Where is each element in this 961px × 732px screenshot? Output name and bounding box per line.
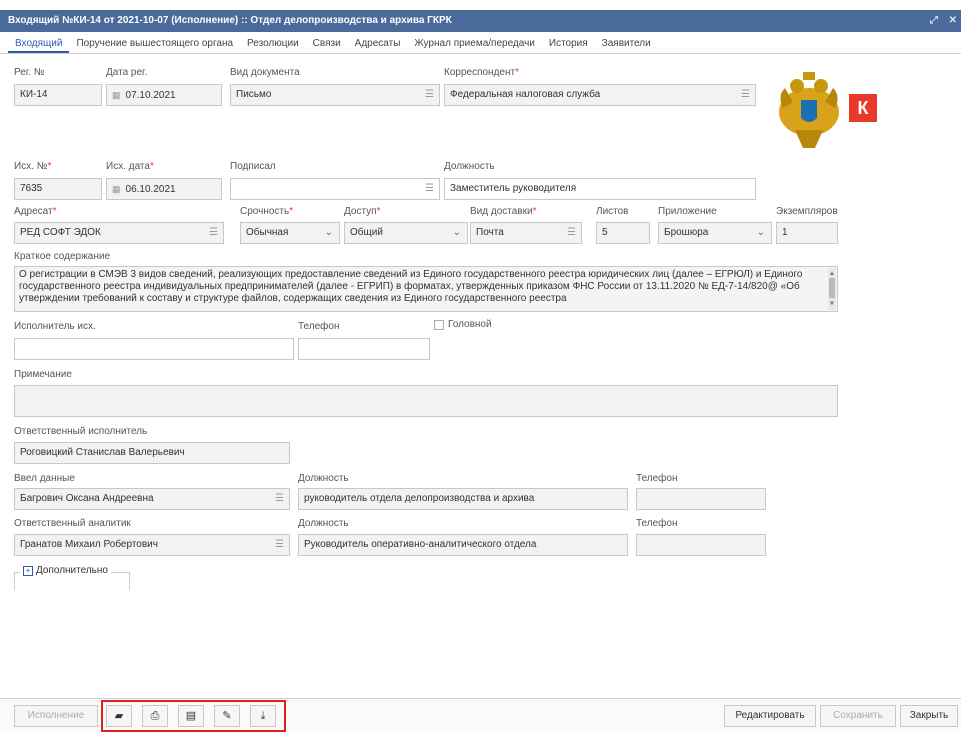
save-button[interactable]: Сохранить (820, 705, 896, 727)
chevron-down-icon: ⌄ (756, 227, 765, 238)
analyst-position-field[interactable]: Руководитель оперативно-аналитического о… (298, 534, 628, 556)
chevron-down-icon: ⌄ (452, 227, 461, 238)
analyst-position-label: Должность (298, 518, 349, 529)
reg-date-field[interactable]: ▦ 07.10.2021 (106, 84, 222, 106)
attachment-select[interactable]: Брошюра ⌄ (658, 222, 772, 244)
analyst-phone-field[interactable] (636, 534, 766, 556)
window-titlebar: Входящий №КИ-14 от 2021-10-07 (Исполнени… (0, 10, 961, 32)
analyst-phone-label: Телефон (636, 518, 678, 529)
out-no-label: Исх. №* (14, 161, 52, 172)
phone-field[interactable] (298, 338, 430, 360)
reg-date-label: Дата рег. (106, 67, 148, 78)
executor-out-field[interactable] (14, 338, 294, 360)
k-badge: К (849, 94, 877, 122)
reg-no-label: Рег. № (14, 67, 45, 78)
tab-incoming[interactable]: Входящий (8, 38, 70, 53)
tab-links[interactable]: Связи (306, 38, 348, 53)
list-picker-icon[interactable]: ☰ (567, 223, 576, 243)
tab-bar: Входящий Поручение вышестоящего органа Р… (0, 32, 961, 54)
note-field[interactable] (14, 385, 838, 417)
position-label: Должность (444, 161, 495, 172)
additional-toggle[interactable]: + Дополнительно (20, 565, 111, 576)
head-checkbox[interactable] (434, 320, 444, 330)
eagle-emblem-icon (775, 68, 843, 152)
summary-textarea[interactable]: О регистрации в СМЭВ 3 видов сведений, р… (14, 266, 838, 312)
entered-by-label: Ввел данные (14, 473, 75, 484)
addressee-label: Адресат* (14, 206, 57, 217)
urgency-label: Срочность* (240, 206, 294, 217)
out-date-field[interactable]: ▦ 06.10.2021 (106, 178, 222, 200)
tab-resolutions[interactable]: Резолюции (240, 38, 306, 53)
signed-field[interactable]: ☰ (230, 178, 440, 200)
scrollbar[interactable]: ▲ ▼ (828, 268, 836, 310)
tab-addressees[interactable]: Адресаты (348, 38, 408, 53)
urgency-select[interactable]: Обычная ⌄ (240, 222, 340, 244)
expand-icon: + (23, 566, 33, 576)
resize-icon[interactable]: ⤢ (930, 15, 938, 26)
attachment-label: Приложение (658, 206, 717, 217)
note-label: Примечание (14, 369, 72, 380)
calendar-icon[interactable]: ▦ (112, 184, 121, 194)
copies-label: Экземпляров (776, 206, 838, 217)
head-label: Головной (448, 319, 492, 330)
access-label: Доступ* (344, 206, 381, 217)
list-picker-icon[interactable]: ☰ (425, 85, 434, 105)
correspondent-label: Корреспондент* (444, 67, 519, 78)
edit-button[interactable]: Редактировать (724, 705, 816, 727)
close-icon[interactable]: ✕ (949, 15, 957, 26)
sheets-label: Листов (596, 206, 629, 217)
window-title: Входящий №КИ-14 от 2021-10-07 (Исполнени… (8, 15, 452, 26)
list-picker-icon[interactable]: ☰ (425, 179, 434, 199)
calendar-icon[interactable]: ▦ (112, 90, 121, 100)
entered-phone-field[interactable] (636, 488, 766, 510)
addressee-field[interactable]: РЕД СОФТ ЭДОК ☰ (14, 222, 224, 244)
responsible-label: Ответственный исполнитель (14, 426, 148, 437)
tab-applicants[interactable]: Заявители (595, 38, 658, 53)
tab-transfer-log[interactable]: Журнал приема/передачи (407, 38, 541, 53)
executor-out-label: Исполнитель исх. (14, 321, 96, 332)
entered-by-field[interactable]: Багрович Оксана Андреевна ☰ (14, 488, 290, 510)
copies-field[interactable]: 1 (776, 222, 838, 244)
list-picker-icon[interactable]: ☰ (275, 489, 284, 509)
doc-type-label: Вид документа (230, 67, 300, 78)
list-picker-icon[interactable]: ☰ (741, 85, 750, 105)
analyst-label: Ответственный аналитик (14, 518, 131, 529)
sheets-field[interactable]: 5 (596, 222, 650, 244)
analyst-field[interactable]: Гранатов Михаил Робертович ☰ (14, 534, 290, 556)
delivery-label: Вид доставки* (470, 206, 537, 217)
phone-label: Телефон (298, 321, 340, 332)
out-no-field[interactable]: 7635 (14, 178, 102, 200)
delivery-field[interactable]: Почта ☰ (470, 222, 582, 244)
close-button[interactable]: Закрыть (900, 705, 958, 727)
entered-position-label: Должность (298, 473, 349, 484)
out-date-label: Исх. дата* (106, 161, 154, 172)
tab-superior-order[interactable]: Поручение вышестоящего органа (69, 38, 240, 53)
access-select[interactable]: Общий ⌄ (344, 222, 468, 244)
correspondent-field[interactable]: Федеральная налоговая служба ☰ (444, 84, 756, 106)
doc-type-field[interactable]: Письмо ☰ (230, 84, 440, 106)
summary-label: Краткое содержание (14, 251, 111, 262)
entered-phone-label: Телефон (636, 473, 678, 484)
position-field[interactable]: Заместитель руководителя (444, 178, 756, 200)
signed-label: Подписал (230, 161, 276, 172)
chevron-down-icon: ⌄ (324, 227, 333, 238)
execute-button[interactable]: Исполнение (14, 705, 98, 727)
highlight-box (101, 700, 286, 732)
list-picker-icon[interactable]: ☰ (275, 535, 284, 555)
tab-history[interactable]: История (542, 38, 595, 53)
responsible-field[interactable]: Роговицкий Станислав Валерьевич (14, 442, 290, 464)
entered-position-field[interactable]: руководитель отдела делопроизводства и а… (298, 488, 628, 510)
reg-no-field[interactable]: КИ-14 (14, 84, 102, 106)
list-picker-icon[interactable]: ☰ (209, 223, 218, 243)
